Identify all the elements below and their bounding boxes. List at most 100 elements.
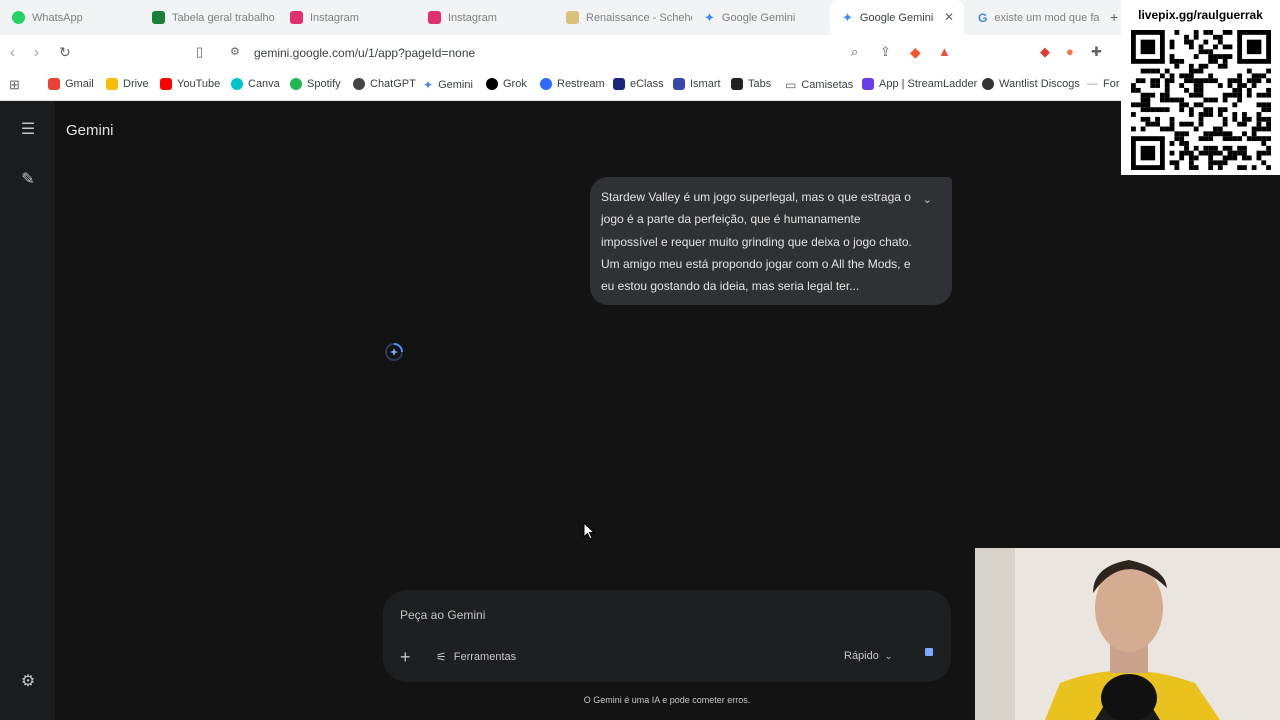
tab-whatsapp[interactable]: WhatsApp — [0, 0, 140, 35]
browser-tab-strip: WhatsApp Tabela geral trabalho Instagram… — [0, 0, 1280, 35]
forward-icon[interactable]: › — [34, 44, 39, 61]
bookmark-eclass[interactable]: eClass — [613, 78, 664, 90]
extension-icon[interactable]: ◆ — [1040, 44, 1050, 60]
new-chat-icon[interactable]: ✎ — [19, 171, 37, 189]
bookmark-gmail[interactable]: Gmail — [48, 78, 94, 90]
gemini-sidebar: ☰ ✎ ⚙ — [0, 101, 55, 720]
brave-rewards-icon[interactable]: ▲ — [938, 44, 951, 59]
extension-icon[interactable]: ● — [1066, 44, 1074, 59]
qr-overlay: livepix.gg/raulguerrak — [1121, 0, 1280, 175]
bookmark-label: ChatGPT — [370, 78, 416, 90]
puzzle-icon[interactable]: ✚ — [1091, 44, 1102, 60]
bookmark-spotify[interactable]: Spotify — [290, 78, 341, 90]
bookmark-label: App | StreamLadder — [879, 78, 978, 90]
loading-spinner-icon — [385, 343, 403, 361]
bookmark-label: YouTube — [177, 78, 221, 90]
youtube-icon — [160, 78, 172, 90]
stop-button[interactable] — [920, 643, 938, 661]
bookmark-chatgpt[interactable]: ChatGPT — [353, 78, 416, 90]
bookmark-label: eClass — [630, 78, 664, 90]
add-attachment-icon[interactable]: + — [400, 647, 411, 668]
sheets-icon — [152, 11, 165, 24]
bookmark-camisetas[interactable]: ▭ Camisetas — [785, 78, 853, 92]
disclaimer-text: O Gemini é uma IA e pode cometer erros. — [583, 695, 751, 705]
sliders-icon: ⚟ — [436, 650, 447, 664]
bookmark-grok[interactable]: Grok — [486, 78, 527, 90]
bookmark-icon[interactable]: ▯ — [196, 44, 203, 60]
bookmark-discogs[interactable]: Wantlist Discogs — [982, 78, 1080, 90]
tab-gemini-active[interactable]: ✦ Google Gemini ✕ — [830, 0, 964, 35]
spotify-icon — [290, 78, 302, 90]
mouse-cursor-icon — [583, 522, 595, 540]
prompt-input[interactable]: Peça ao Gemini — [400, 608, 485, 622]
bookmark-label: Spotify — [307, 78, 341, 90]
drive-icon — [106, 78, 118, 90]
reload-icon[interactable]: ↻ — [59, 44, 71, 61]
restream-icon — [540, 78, 552, 90]
gemini-sparkle-icon: ✦ — [704, 9, 715, 25]
discogs-icon — [982, 78, 994, 90]
streamladder-icon — [862, 78, 874, 90]
bookmark-tabs[interactable]: Tabs — [731, 78, 771, 90]
site-info-icon[interactable]: ⚙ — [230, 45, 240, 58]
bookmark-canva[interactable]: Canva — [231, 78, 280, 90]
bookmark-label: Gemini — [438, 79, 473, 91]
tab-label: existe um mod que fa — [994, 11, 1100, 24]
bookmark-label: Ismart — [690, 78, 721, 90]
bookmark-gemini[interactable]: ✦ Gemini — [423, 78, 473, 92]
menu-icon[interactable]: ☰ — [19, 121, 37, 139]
bookmark-streamladder[interactable]: App | StreamLadder — [862, 78, 977, 90]
bookmark-label: Camisetas — [801, 79, 854, 91]
tab-renaissance[interactable]: Renaissance - Schehe — [554, 0, 692, 35]
webcam-overlay — [975, 548, 1280, 720]
bookmarks-bar: ⊞ Gmail Drive YouTube Canva Spotify Chat… — [0, 71, 1280, 101]
tab-gemini-1[interactable]: ✦ Google Gemini — [692, 0, 830, 35]
folder-icon: ▭ — [785, 78, 797, 92]
bookmark-label: Gmail — [65, 78, 94, 90]
dash-icon: — — [1087, 78, 1098, 90]
back-icon[interactable]: ‹ — [10, 44, 15, 61]
url-box[interactable]: ⚙ gemini.google.com/u/1/app?pageId=none … — [224, 40, 879, 66]
bookmark-ismart[interactable]: Ismart — [673, 78, 721, 90]
new-tab-icon[interactable]: + — [1110, 9, 1118, 25]
bookmark-youtube[interactable]: YouTube — [160, 78, 220, 90]
tab-tabela[interactable]: Tabela geral trabalho — [140, 0, 278, 35]
ismart-icon — [673, 78, 685, 90]
bookmark-drive[interactable]: Drive — [106, 78, 149, 90]
canva-icon — [231, 78, 243, 90]
tab-label: Instagram — [310, 11, 359, 24]
bookmark-label: Wantlist Discogs — [999, 78, 1080, 90]
mode-label: Rápido — [844, 650, 879, 662]
chatgpt-icon — [353, 78, 365, 90]
bookmark-for[interactable]: — For — [1087, 78, 1120, 90]
instagram-icon — [428, 11, 441, 24]
tools-button[interactable]: ⚟ Ferramentas — [436, 650, 516, 664]
brave-shield-icon[interactable]: ◆ — [910, 44, 921, 61]
gemini-sparkle-icon: ✦ — [423, 78, 434, 92]
close-tab-icon[interactable]: ✕ — [944, 10, 954, 24]
share-icon[interactable]: ⇪ — [880, 44, 891, 60]
qr-label: livepix.gg/raulguerrak — [1138, 8, 1263, 22]
bookmark-label: Restream — [557, 78, 605, 90]
tabs-icon — [731, 78, 743, 90]
tab-label: Tabela geral trabalho — [172, 11, 275, 24]
settings-icon[interactable]: ⚙ — [19, 673, 37, 691]
tab-label: Renaissance - Schehe — [586, 11, 692, 24]
url-text[interactable]: gemini.google.com/u/1/app?pageId=none — [254, 46, 475, 60]
apps-grid-icon[interactable]: ⊞ — [9, 77, 20, 93]
gmail-icon — [48, 78, 60, 90]
expand-chevron-icon[interactable]: ⌄ — [923, 189, 932, 211]
tab-label: Google Gemini — [721, 11, 796, 24]
tab-label: Google Gemini — [859, 11, 934, 24]
tab-instagram-1[interactable]: Instagram — [278, 0, 416, 35]
bookmark-label: Canva — [248, 78, 280, 90]
renaissance-icon — [566, 11, 579, 24]
qr-code-icon — [1131, 30, 1271, 170]
prompt-input-box[interactable]: Peça ao Gemini + ⚟ Ferramentas Rápido ⌄ — [383, 590, 951, 682]
mode-selector[interactable]: Rápido ⌄ — [844, 650, 892, 662]
address-toolbar: ‹ › ↻ ▯ ⚙ gemini.google.com/u/1/app?page… — [0, 35, 1280, 71]
tab-google-search[interactable]: G existe um mod que fa — [966, 0, 1106, 35]
zoom-icon[interactable]: ⌕ — [851, 44, 858, 60]
bookmark-restream[interactable]: Restream — [540, 78, 605, 90]
tab-instagram-2[interactable]: Instagram — [416, 0, 554, 35]
